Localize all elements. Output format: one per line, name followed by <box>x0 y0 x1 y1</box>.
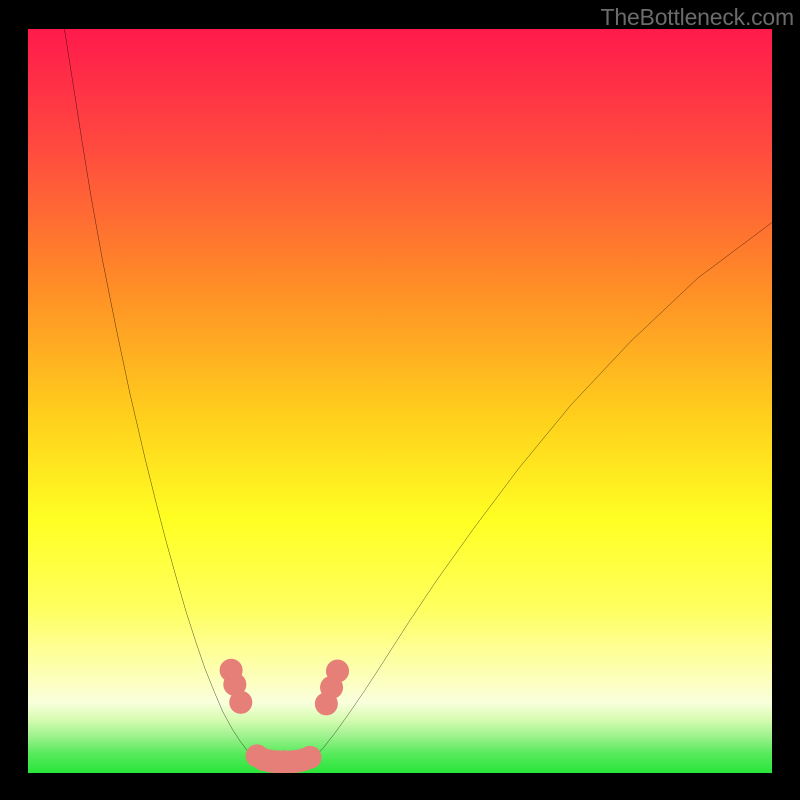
data-marker <box>298 746 321 769</box>
curve-left-branch <box>64 29 266 766</box>
chart-frame: TheBottleneck.com <box>0 0 800 800</box>
watermark-text: TheBottleneck.com <box>601 4 794 31</box>
plot-area <box>28 29 772 773</box>
data-marker <box>229 691 252 714</box>
data-marker <box>326 660 349 683</box>
curve-layer <box>28 29 772 773</box>
curve-right-branch <box>304 222 772 765</box>
